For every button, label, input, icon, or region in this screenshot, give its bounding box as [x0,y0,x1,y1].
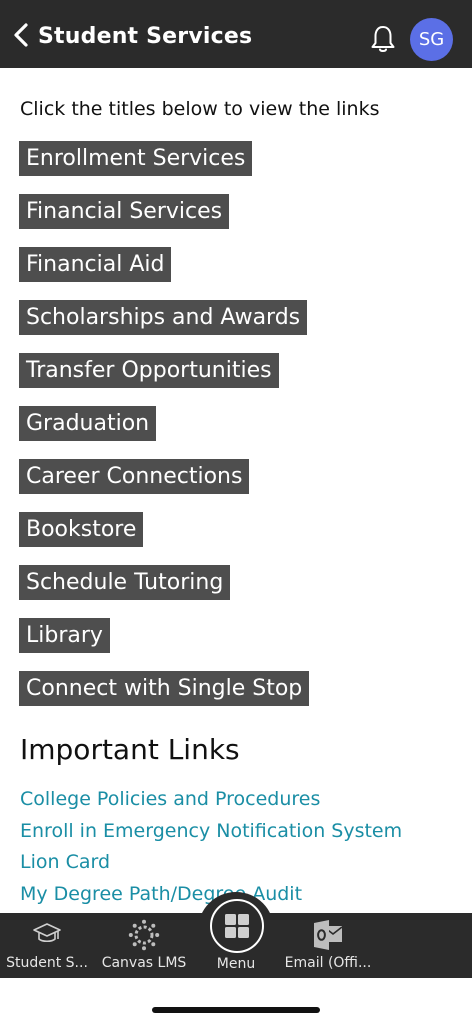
section-graduation[interactable]: Graduation [19,406,157,441]
section-connect-with-single-stop[interactable]: Connect with Single Stop [19,671,310,706]
intro-text: Click the titles below to view the links [20,98,380,120]
home-indicator[interactable] [152,1007,320,1013]
section-financial-aid[interactable]: Financial Aid [19,247,172,282]
section-financial-services[interactable]: Financial Services [19,194,230,229]
section-bookstore[interactable]: Bookstore [19,512,144,547]
graduation-cap-icon [33,923,61,943]
tab-label: Email (Offi... [284,955,372,971]
menu-button[interactable] [210,899,264,953]
section-transfer-opportunities[interactable]: Transfer Opportunities [19,353,279,388]
section-enrollment-services[interactable]: Enrollment Services [19,141,253,176]
section-schedule-tutoring[interactable]: Schedule Tutoring [19,565,231,600]
important-links-list: College Policies and Procedures Enroll i… [20,784,402,911]
link-lion-card[interactable]: Lion Card [20,847,402,879]
tab-canvas-lms[interactable]: Canvas LMS [96,913,192,978]
section-career-connections[interactable]: Career Connections [19,459,250,494]
canvas-icon [128,919,160,951]
section-scholarships-and-awards[interactable]: Scholarships and Awards [19,300,308,335]
important-links-heading: Important Links [20,733,240,766]
section-library[interactable]: Library [19,618,110,653]
page-title: Student Services [38,24,253,49]
home-indicator-area [0,978,472,1024]
grid-icon [225,914,249,938]
notifications-bell-icon[interactable] [369,24,397,54]
tab-email[interactable]: Email (Offi... [278,913,378,978]
tab-label: Student S... [6,955,88,971]
outlook-icon [314,920,343,950]
tab-student-services[interactable]: Student S... [0,913,94,978]
menu-label[interactable]: Menu [200,956,272,972]
app-header: Student Services SG [0,0,472,68]
section-list: Enrollment Services Financial Services F… [19,141,310,724]
back-chevron-icon[interactable] [10,22,32,48]
user-avatar[interactable]: SG [410,18,453,61]
tab-label: Canvas LMS [101,955,187,971]
link-emergency-notification[interactable]: Enroll in Emergency Notification System [20,816,402,848]
link-college-policies[interactable]: College Policies and Procedures [20,784,402,816]
